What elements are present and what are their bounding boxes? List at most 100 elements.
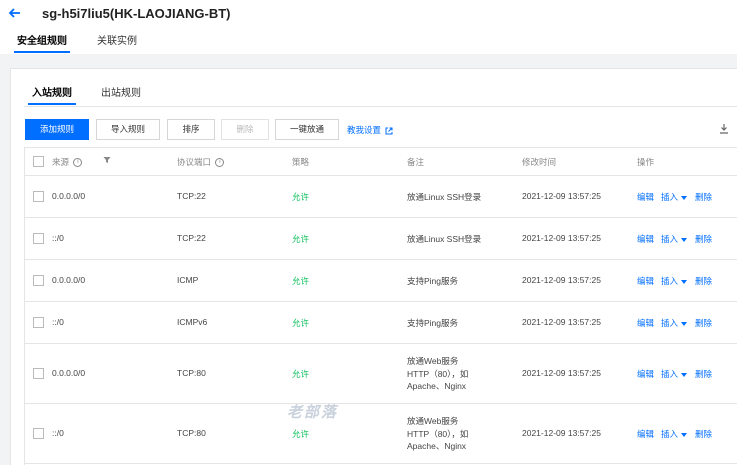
back-arrow-icon[interactable]: [8, 6, 24, 22]
insert-dropdown[interactable]: 插入: [661, 428, 688, 440]
protocol-cell: TCP:22: [177, 191, 206, 201]
download-icon[interactable]: [719, 123, 729, 137]
col-actions: 操作: [637, 157, 655, 167]
insert-dropdown[interactable]: 插入: [661, 233, 688, 245]
tab-inbound-rules[interactable]: 入站规则: [28, 87, 76, 105]
row-checkbox[interactable]: [33, 275, 44, 286]
col-protocol-label: 协议端口: [177, 157, 212, 167]
insert-dropdown[interactable]: 插入: [661, 275, 688, 287]
caret-down-icon: [681, 321, 688, 326]
insert-dropdown[interactable]: 插入: [661, 191, 688, 203]
policy-cell: 允许: [292, 429, 310, 439]
policy-cell: 允许: [292, 192, 310, 202]
note-cell: 放通Linux SSH登录: [407, 192, 482, 202]
external-link-icon: [383, 125, 393, 135]
source-cell: 0.0.0.0/0: [52, 191, 86, 201]
caret-down-icon: [681, 237, 688, 242]
insert-label: 插入: [661, 429, 679, 439]
one-click-open-button[interactable]: 一键放通: [275, 119, 339, 140]
note-cell: 支持Ping服务: [407, 318, 459, 328]
import-rules-button[interactable]: 导入规则: [96, 119, 160, 140]
table-row: 0.0.0.0/0 TCP:80 允许 放通Web服务 HTTP（80），如 A…: [25, 344, 737, 404]
delete-link[interactable]: 删除: [695, 317, 712, 329]
watermark: 老部落: [287, 404, 339, 421]
row-checkbox[interactable]: [33, 233, 44, 244]
row-checkbox[interactable]: [33, 368, 44, 379]
guide-link[interactable]: 教我设置: [347, 124, 393, 136]
info-icon[interactable]: i: [215, 158, 225, 168]
insert-label: 插入: [661, 318, 679, 328]
tab-outbound-rules[interactable]: 出站规则: [101, 87, 141, 101]
guide-link-label: 教我设置: [347, 125, 382, 135]
tab-divider: [24, 106, 737, 107]
delete-link[interactable]: 删除: [695, 191, 712, 203]
edit-link[interactable]: 编辑: [637, 233, 654, 245]
note-cell: 放通Web服务: [407, 356, 459, 366]
note-cell: 放通Linux SSH登录: [407, 234, 482, 244]
modified-cell: 2021-12-09 13:57:25: [522, 275, 601, 285]
protocol-cell: TCP:22: [177, 233, 206, 243]
page-header: sg-h5i7liu5(HK-LAOJIANG-BT) 安全组规则 关联实例: [0, 0, 737, 54]
source-cell: 0.0.0.0/0: [52, 275, 86, 285]
table-row: 0.0.0.0/0 ICMP 允许 支持Ping服务 2021-12-09 13…: [25, 260, 737, 302]
edit-link[interactable]: 编辑: [637, 317, 654, 329]
modified-cell: 2021-12-09 13:57:25: [522, 191, 601, 201]
table-row: ::/0 TCP:22 允许 放通Linux SSH登录 2021-12-09 …: [25, 218, 737, 260]
col-modified: 修改时间: [522, 157, 557, 167]
delete-link[interactable]: 删除: [695, 428, 712, 440]
caret-down-icon: [681, 372, 688, 377]
note-cell: 放通Web服务: [407, 416, 459, 426]
policy-cell: 允许: [292, 369, 310, 379]
table-header: 来源 i 协议端口 i 策略 备注 修改时间 操作: [25, 148, 737, 176]
source-cell: ::/0: [52, 233, 64, 243]
source-cell: 0.0.0.0/0: [52, 368, 86, 378]
row-checkbox[interactable]: [33, 428, 44, 439]
filter-icon[interactable]: [103, 156, 111, 166]
protocol-cell: TCP:80: [177, 368, 206, 378]
delete-link[interactable]: 删除: [695, 275, 712, 287]
col-source: 来源 i: [52, 156, 83, 168]
table-row: 0.0.0.0/0 TCP:22 允许 放通Linux SSH登录 2021-1…: [25, 176, 737, 218]
modified-cell: 2021-12-09 13:57:25: [522, 428, 601, 438]
col-note: 备注: [407, 157, 425, 167]
policy-cell: 允许: [292, 318, 310, 328]
note-cell-line: Apache、Nginx: [407, 381, 467, 391]
insert-label: 插入: [661, 276, 679, 286]
insert-label: 插入: [661, 192, 679, 202]
page-title: sg-h5i7liu5(HK-LAOJIANG-BT): [42, 6, 231, 21]
protocol-cell: ICMPv6: [177, 317, 208, 327]
rules-card: 入站规则 出站规则 添加规则 导入规则 排序 删除 一键放通 教我设置 来源 i…: [10, 68, 737, 465]
info-icon[interactable]: i: [73, 158, 83, 168]
edit-link[interactable]: 编辑: [637, 275, 654, 287]
edit-link[interactable]: 编辑: [637, 191, 654, 203]
select-all-checkbox[interactable]: [33, 156, 44, 167]
row-checkbox[interactable]: [33, 317, 44, 328]
modified-cell: 2021-12-09 13:57:25: [522, 317, 601, 327]
insert-dropdown[interactable]: 插入: [661, 317, 688, 329]
note-cell: 支持Ping服务: [407, 276, 459, 286]
modified-cell: 2021-12-09 13:57:25: [522, 233, 601, 243]
edit-link[interactable]: 编辑: [637, 368, 654, 380]
col-source-label: 来源: [52, 157, 70, 167]
tab-security-group-rules[interactable]: 安全组规则: [14, 34, 70, 53]
policy-cell: 允许: [292, 234, 310, 244]
delete-button[interactable]: 删除: [221, 119, 269, 140]
add-rule-button[interactable]: 添加规则: [25, 119, 89, 140]
protocol-cell: ICMP: [177, 275, 199, 285]
rules-table: 来源 i 协议端口 i 策略 备注 修改时间 操作 0.0.0.0/0 TCP:…: [24, 147, 737, 465]
insert-dropdown[interactable]: 插入: [661, 368, 688, 380]
sort-button[interactable]: 排序: [167, 119, 215, 140]
modified-cell: 2021-12-09 13:57:25: [522, 368, 601, 378]
tab-associated-instances[interactable]: 关联实例: [97, 34, 137, 50]
protocol-cell: TCP:80: [177, 428, 206, 438]
policy-cell: 允许: [292, 276, 310, 286]
delete-link[interactable]: 删除: [695, 368, 712, 380]
row-checkbox[interactable]: [33, 191, 44, 202]
edit-link[interactable]: 编辑: [637, 428, 654, 440]
delete-link[interactable]: 删除: [695, 233, 712, 245]
col-policy: 策略: [292, 157, 310, 167]
insert-label: 插入: [661, 234, 679, 244]
col-protocol: 协议端口 i: [177, 156, 225, 168]
caret-down-icon: [681, 279, 688, 284]
caret-down-icon: [681, 195, 688, 200]
